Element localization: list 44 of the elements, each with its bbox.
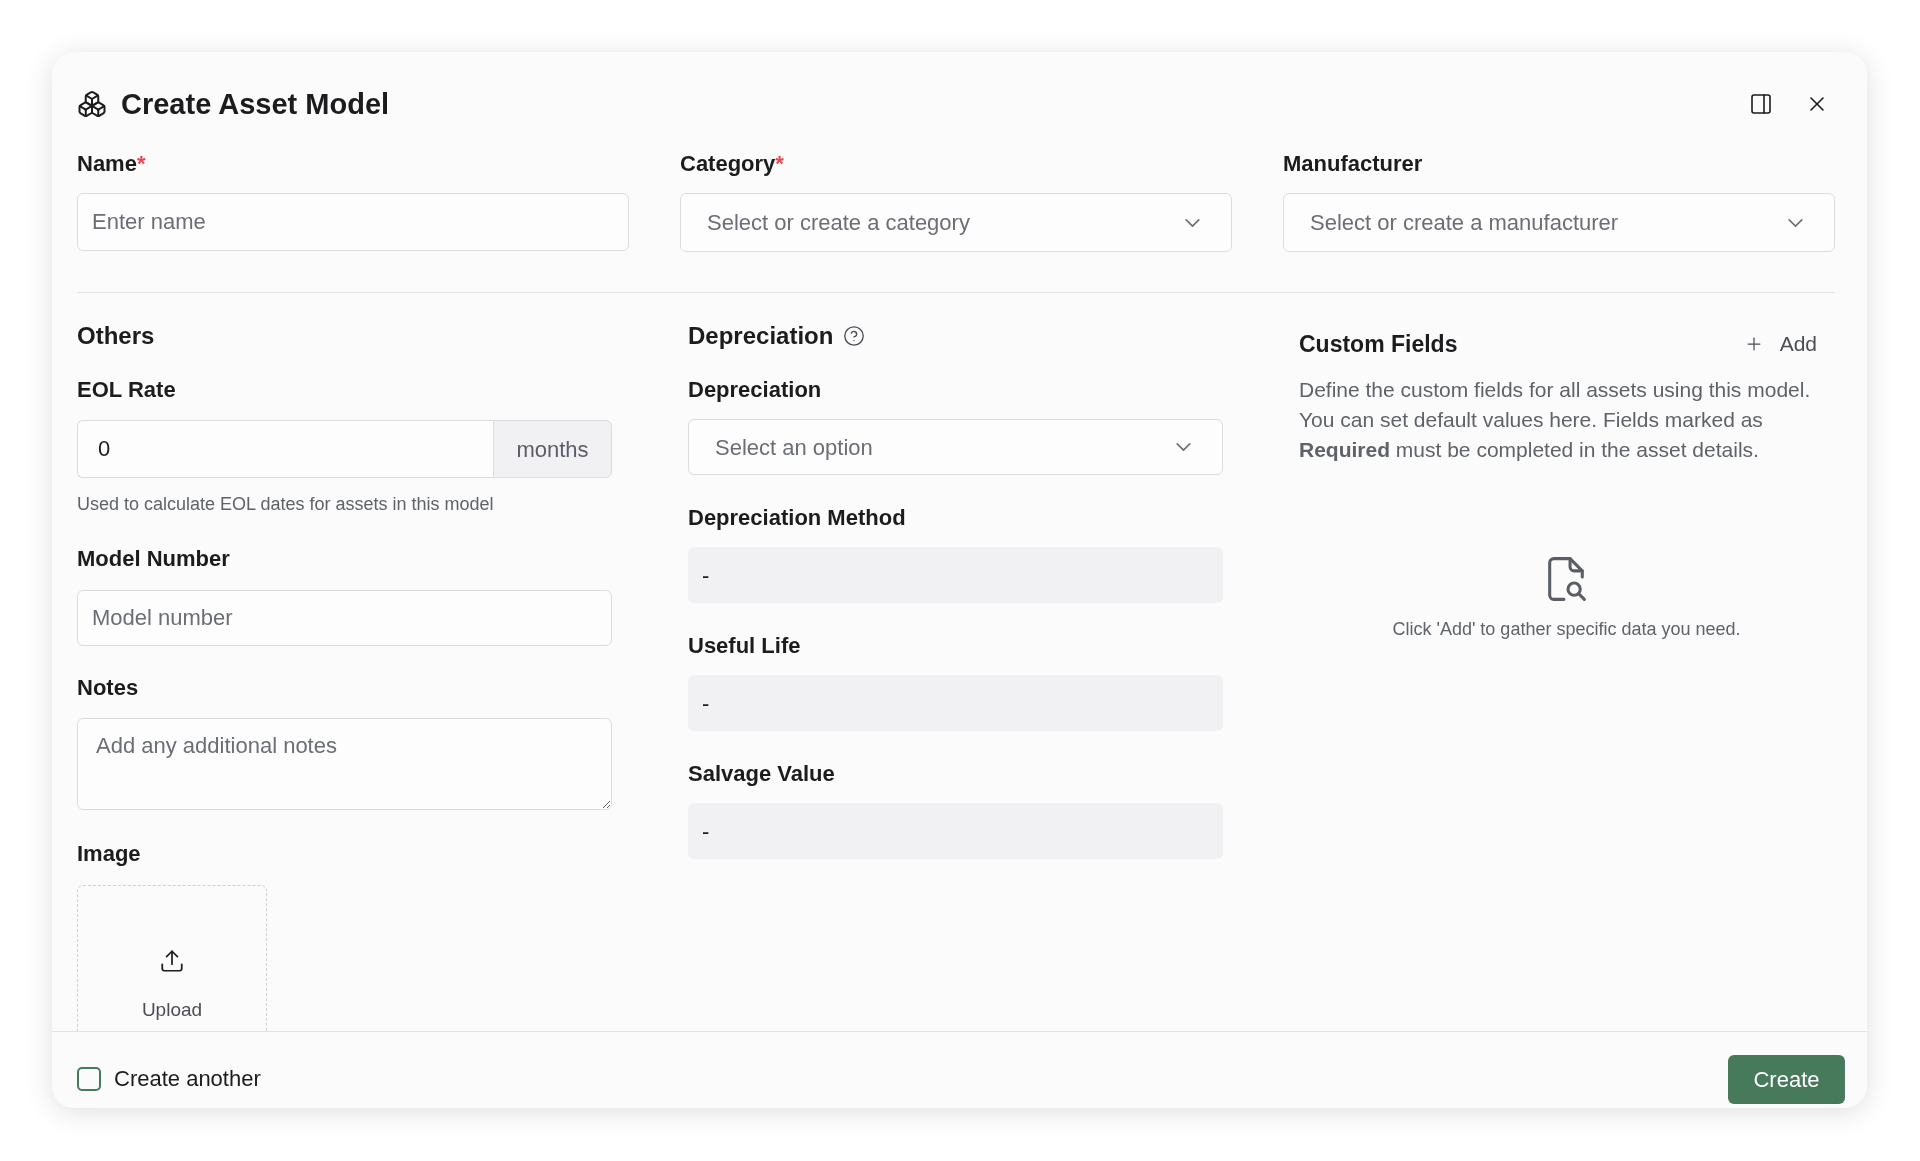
value-display: - [688, 803, 1223, 859]
field-label: Model Number [77, 545, 230, 573]
text-input[interactable]: Model number [77, 590, 612, 646]
panel-icon [1749, 92, 1773, 116]
field-label: Name [77, 150, 137, 178]
add-button[interactable]: Add [1743, 330, 1817, 358]
cubes-icon [77, 89, 107, 119]
field-label: Salvage Value [688, 760, 835, 788]
field-label: Useful Life [688, 632, 801, 660]
image-upload-area[interactable]: Upload [77, 885, 267, 1031]
unit-addon: months [493, 420, 612, 478]
field-label: Depreciation Method [688, 504, 906, 532]
chevron-down-icon [1176, 443, 1191, 451]
field-label: Notes [77, 674, 139, 702]
required-mark: * [775, 150, 784, 178]
dropdown-select[interactable]: Select or create a manufacturer [1283, 193, 1835, 252]
chevron-down-icon [1788, 218, 1803, 227]
notes-textarea[interactable]: Add any additional notes [77, 718, 612, 810]
field-label: EOL Rate [77, 376, 176, 404]
dialog-title: Create Asset Model [121, 87, 390, 122]
required-mark: * [136, 150, 146, 178]
create-button[interactable]: Create [1728, 1054, 1845, 1104]
checkbox[interactable] [77, 1067, 101, 1091]
field-label: Image [77, 840, 141, 868]
dropdown-select[interactable]: Select or create a category [680, 193, 1232, 252]
description-text: Define the custom fields for all assets using this model. You can set default values here. Fields marked as Required must be completed in the asset details. [1299, 377, 1812, 463]
checkbox-label[interactable]: Create another [114, 1065, 261, 1093]
chevron-down-icon [1185, 218, 1200, 227]
upload-icon [159, 948, 185, 974]
field-label: Category [680, 150, 776, 178]
value-display: - [688, 675, 1223, 731]
dropdown-select[interactable]: Select an option [688, 419, 1223, 475]
section-heading: Others [77, 322, 155, 350]
file-search-icon [1547, 557, 1586, 601]
helper-text: Used to calculate EOL dates for assets in this model [77, 493, 494, 516]
empty-state-text: Click 'Add' to gather specific data you need. [1392, 618, 1741, 641]
value-display: - [688, 547, 1223, 603]
text-input[interactable]: Enter name [77, 193, 629, 251]
section-heading: Custom Fields [1299, 330, 1458, 358]
field-label: Depreciation [688, 376, 822, 404]
section-heading: Depreciation [688, 322, 834, 350]
help-icon[interactable] [843, 325, 866, 347]
number-input[interactable]: 0 [77, 420, 493, 478]
field-label: Manufacturer [1283, 150, 1423, 178]
